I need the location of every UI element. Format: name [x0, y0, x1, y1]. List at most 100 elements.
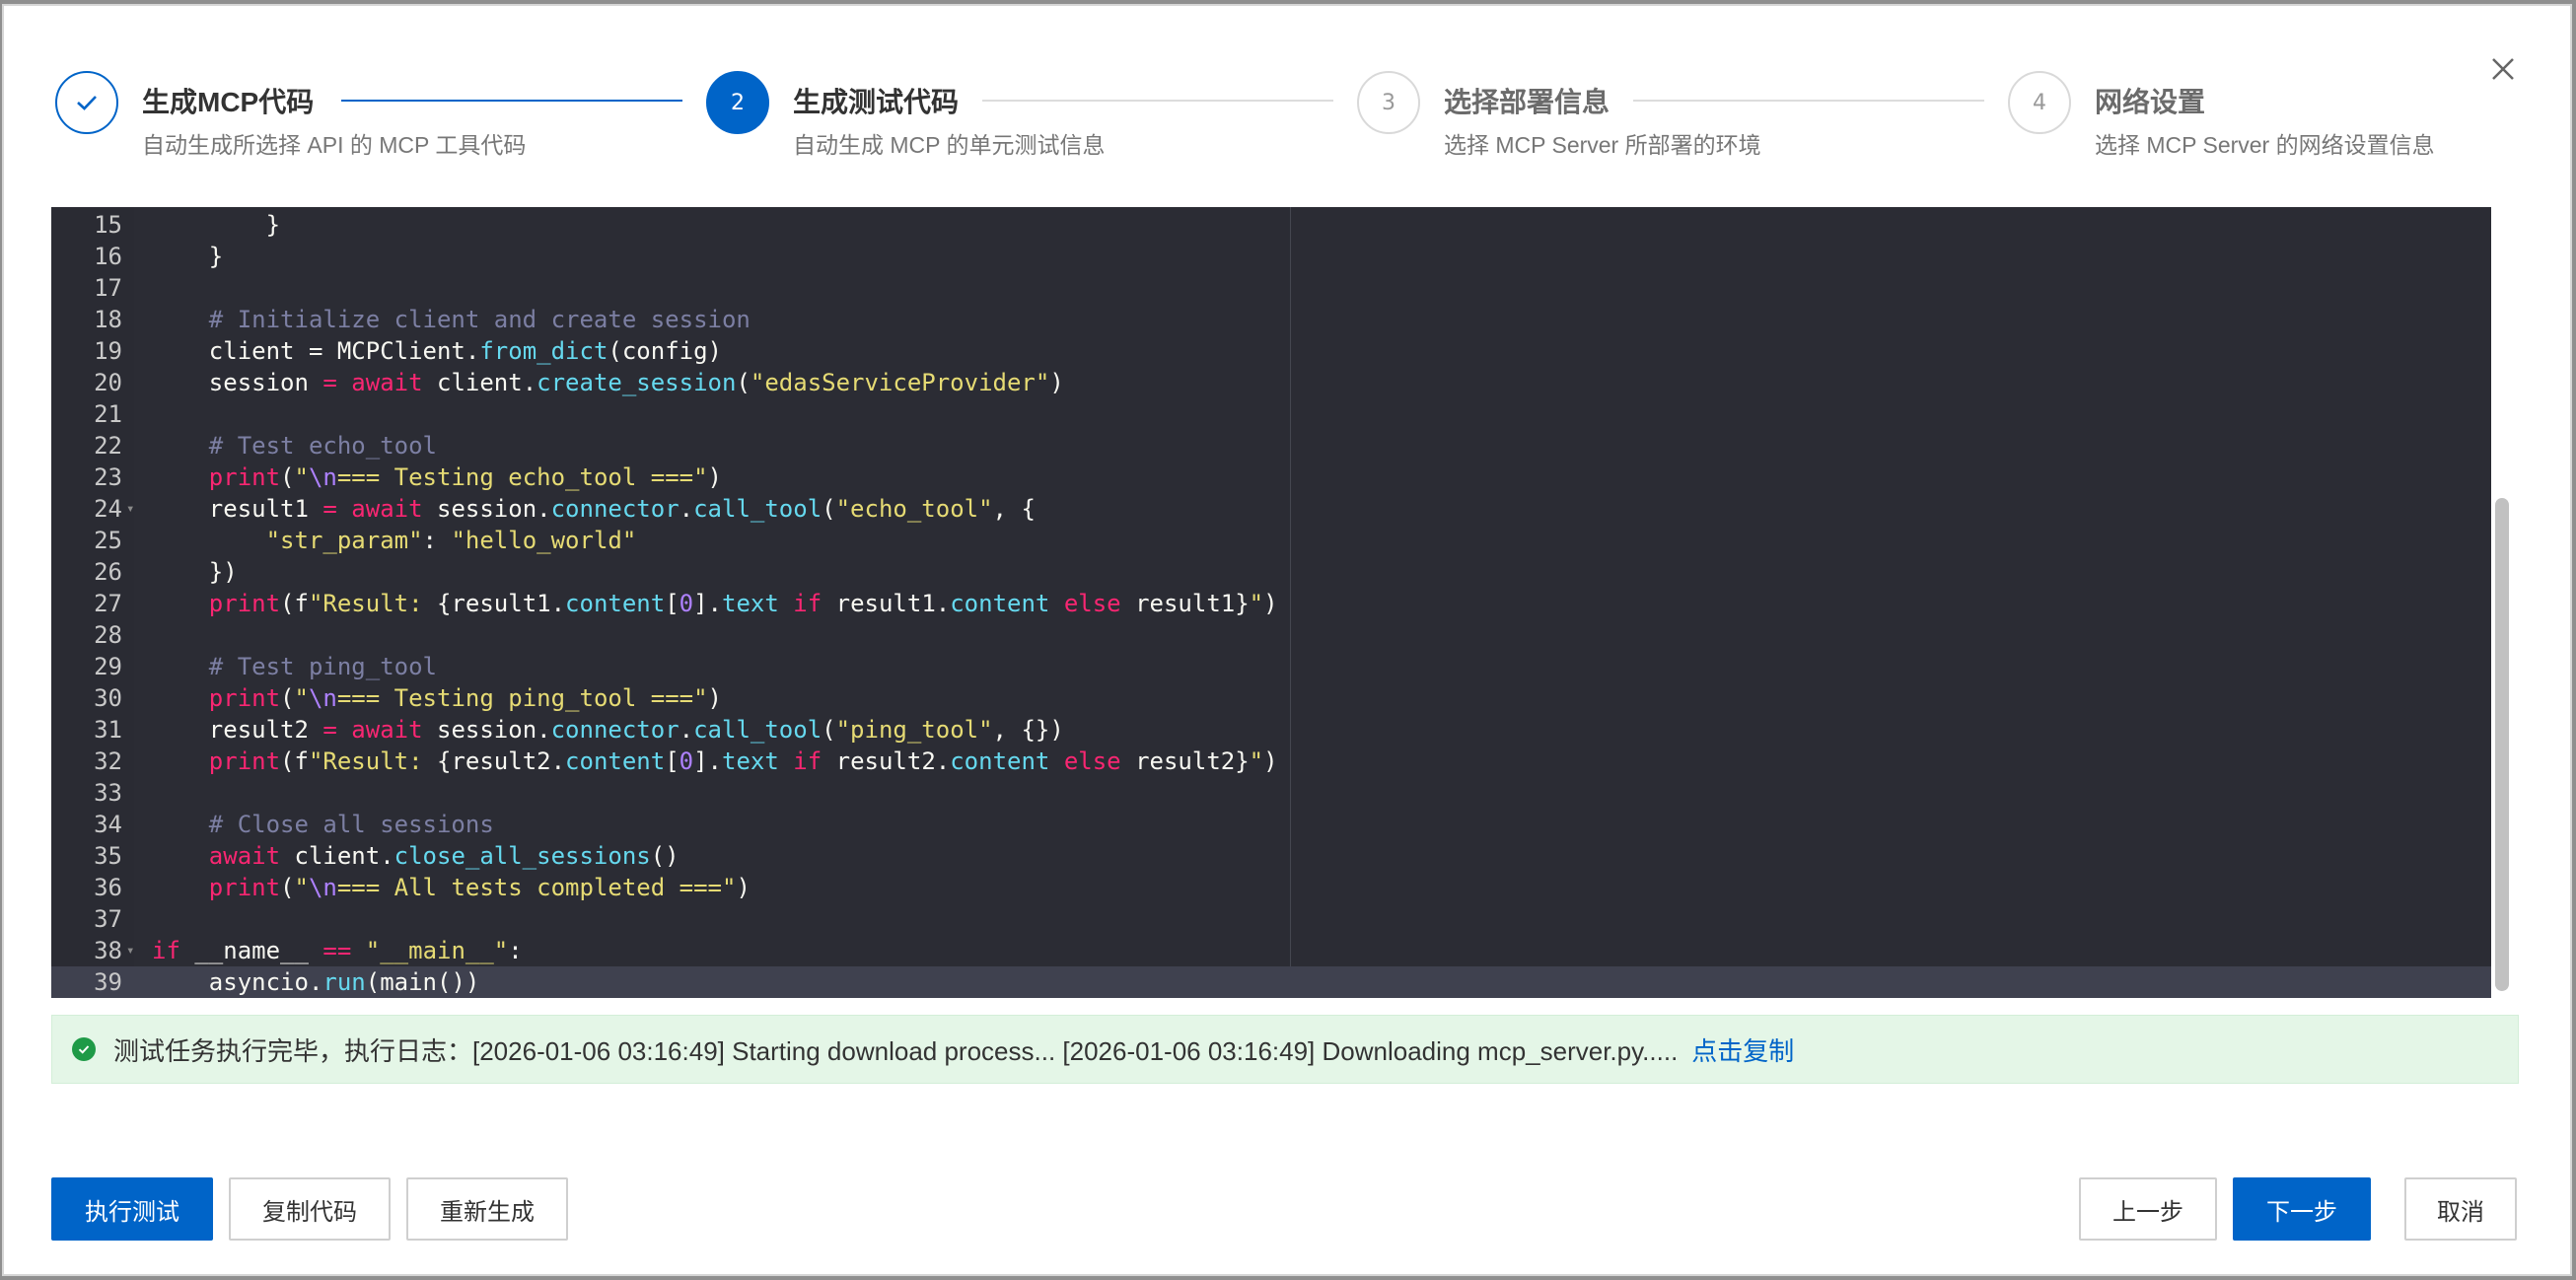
line-number: 26 — [94, 558, 122, 586]
step-3-desc: 选择 MCP Server 所部署的环境 — [1444, 132, 1761, 158]
fold-arrow-icon[interactable]: ▾ — [126, 935, 134, 966]
line-number: 21 — [94, 400, 122, 428]
run-test-button[interactable]: 执行测试 — [51, 1177, 213, 1241]
code-text: } — [152, 243, 224, 270]
code-line: 17 — [51, 272, 2491, 304]
line-number: 22 — [94, 432, 122, 460]
line-number: 34 — [94, 811, 122, 838]
code-line: 39 asyncio.run(main()) — [51, 966, 2491, 998]
code-text: result1 = await session.connector.call_t… — [152, 495, 1036, 523]
code-line: 18 # Initialize client and create sessio… — [51, 304, 2491, 335]
line-number: 16 — [94, 243, 122, 270]
code-line: 27 print(f"Result: {result1.content[0].t… — [51, 588, 2491, 619]
code-text: "str_param": "hello_world" — [265, 527, 637, 554]
cancel-button[interactable]: 取消 — [2404, 1177, 2517, 1241]
code-line: 36 print("\n=== All tests completed ==="… — [51, 872, 2491, 903]
code-line: 26 }) — [51, 556, 2491, 588]
line-number: 15 — [94, 211, 122, 239]
code-line: 21 — [51, 398, 2491, 430]
line-number: 38 — [94, 937, 122, 964]
editor-scrollbar-thumb[interactable] — [2495, 498, 2509, 991]
code-line: 23 print("\n=== Testing echo_tool ===") — [51, 462, 2491, 493]
code-line: 29 # Test ping_tool — [51, 651, 2491, 682]
step-1-title: 生成MCP代码 — [142, 87, 315, 117]
line-number: 29 — [94, 653, 122, 680]
test-result-alert: 测试任务执行完毕，执行日志：[2026-01-06 03:16:49] Star… — [51, 1015, 2519, 1084]
code-text: print("\n=== All tests completed ===") — [208, 874, 751, 901]
close-icon[interactable] — [2485, 51, 2521, 87]
code-editor[interactable]: 15 } 16 } 17 18 # Initialize client and cre… — [51, 207, 2491, 998]
copy-log-link[interactable]: 点击复制 — [1691, 1031, 1794, 1068]
code-text: session = await client.create_session("e… — [152, 369, 1064, 396]
line-number: 31 — [94, 716, 122, 744]
code-line: 33 — [51, 777, 2491, 809]
code-text: # Initialize client and create session — [208, 306, 751, 333]
code-line: 19 client = MCPClient.from_dict(config) — [51, 335, 2491, 367]
step-4-desc: 选择 MCP Server 的网络设置信息 — [2095, 132, 2435, 158]
line-number: 32 — [94, 747, 122, 775]
prev-step-button[interactable]: 上一步 — [2079, 1177, 2217, 1241]
line-number: 35 — [94, 842, 122, 870]
step-2-number: 2 — [706, 71, 769, 134]
code-line: 20 session = await client.create_session… — [51, 367, 2491, 398]
code-line: 30 print("\n=== Testing ping_tool ===") — [51, 682, 2491, 714]
step-3-number: 3 — [1357, 71, 1420, 134]
step-2-desc: 自动生成 MCP 的单元测试信息 — [793, 132, 1106, 158]
line-number: 19 — [94, 337, 122, 365]
line-number: 30 — [94, 684, 122, 712]
code-text: asyncio.run(main()) — [152, 968, 480, 996]
step-3-title: 选择部署信息 — [1444, 87, 1610, 117]
code-line: 37 — [51, 903, 2491, 935]
code-text: print("\n=== Testing echo_tool ===") — [208, 463, 722, 491]
line-number: 36 — [94, 874, 122, 901]
regenerate-button[interactable]: 重新生成 — [406, 1177, 568, 1241]
line-number: 33 — [94, 779, 122, 807]
next-step-button[interactable]: 下一步 — [2233, 1177, 2371, 1241]
step-4-title: 网络设置 — [2095, 87, 2206, 117]
code-text: print("\n=== Testing ping_tool ===") — [208, 684, 722, 712]
step-2-title: 生成测试代码 — [793, 87, 960, 117]
code-line: 28 — [51, 619, 2491, 651]
code-text: client = MCPClient.from_dict(config) — [152, 337, 722, 365]
code-line: 31 result2 = await session.connector.cal… — [51, 714, 2491, 746]
code-text: print(f"Result: {result2.content[0].text… — [208, 747, 1278, 775]
code-text: # Close all sessions — [208, 811, 494, 838]
code-line: 24 ▾ result1 = await session.connector.ca… — [51, 493, 2491, 525]
step-1-connector — [341, 100, 682, 102]
step-1-desc: 自动生成所选择 API 的 MCP 工具代码 — [142, 132, 527, 158]
code-text: await client.close_all_sessions() — [208, 842, 680, 870]
step-3-connector — [1633, 100, 1984, 102]
line-number: 39 — [94, 968, 122, 996]
code-line: 15 } — [51, 209, 2491, 241]
line-number: 17 — [94, 274, 122, 302]
code-text: }) — [152, 558, 238, 586]
line-number: 20 — [94, 369, 122, 396]
code-line: 16 } — [51, 241, 2491, 272]
fold-arrow-icon[interactable]: ▾ — [126, 493, 134, 525]
code-line: 22 # Test echo_tool — [51, 430, 2491, 462]
code-text: print(f"Result: {result1.content[0].text… — [208, 590, 1278, 617]
line-number: 24 — [94, 495, 122, 523]
code-line: 38 ▾ if __name__ == "__main__": — [51, 935, 2491, 966]
code-line: 34 # Close all sessions — [51, 809, 2491, 840]
code-text: # Test ping_tool — [208, 653, 437, 680]
line-number: 37 — [94, 905, 122, 933]
line-number: 25 — [94, 527, 122, 554]
line-number: 23 — [94, 463, 122, 491]
code-line: 32 print(f"Result: {result2.content[0].t… — [51, 746, 2491, 777]
line-number: 28 — [94, 621, 122, 649]
code-line: 35 await client.close_all_sessions() — [51, 840, 2491, 872]
line-number: 27 — [94, 590, 122, 617]
line-number: 18 — [94, 306, 122, 333]
code-text: # Test echo_tool — [208, 432, 437, 460]
code-text: result2 = await session.connector.call_t… — [152, 716, 1064, 744]
success-check-icon — [72, 1037, 96, 1061]
step-4-number: 4 — [2008, 71, 2071, 134]
step-1-check-icon — [55, 71, 118, 134]
code-text: } — [152, 211, 281, 239]
copy-code-button[interactable]: 复制代码 — [229, 1177, 391, 1241]
code-text: if __name__ == "__main__": — [152, 937, 523, 964]
step-2-connector — [982, 100, 1333, 102]
test-log-text: 测试任务执行完毕，执行日志：[2026-01-06 03:16:49] Star… — [113, 1035, 1679, 1066]
code-line: 25 "str_param": "hello_world" — [51, 525, 2491, 556]
